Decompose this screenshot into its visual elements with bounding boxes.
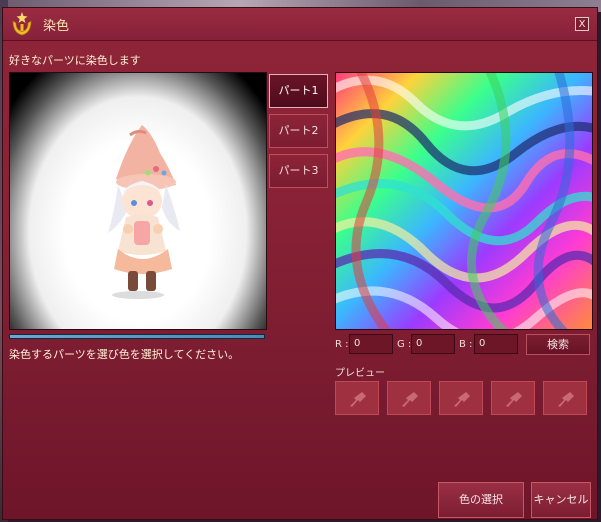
close-button[interactable]: X (575, 17, 589, 31)
instruction-text: 好きなパーツに染色します (9, 54, 141, 67)
color-palette-image (336, 73, 592, 329)
bolt-icon (506, 392, 522, 407)
search-button[interactable]: 検索 (526, 334, 590, 355)
bolt-icon (454, 392, 470, 407)
g-label: G : (397, 339, 412, 350)
cancel-button[interactable]: キャンセル (531, 482, 591, 518)
character-image (108, 125, 180, 299)
hint-text: 染色するパーツを選び色を選択してください。 (9, 348, 240, 361)
dye-app-icon (12, 12, 32, 36)
r-label: R : (335, 339, 349, 350)
preview-slot-4[interactable] (491, 381, 535, 415)
preview-slots-label: プレビュー (335, 368, 385, 379)
bolt-icon (402, 392, 418, 407)
window-title: 染色 (43, 19, 70, 34)
b-label: B : (459, 339, 473, 350)
preview-slot-1[interactable] (335, 381, 379, 415)
dye-window: 染色 X 好きなパーツに染色します 染色するパーツを選び色を選択してください。 … (2, 7, 598, 520)
preview-slot-2[interactable] (387, 381, 431, 415)
bolt-icon (558, 392, 574, 407)
preview-progress-fill (10, 335, 264, 338)
b-input[interactable]: 0 (474, 334, 518, 354)
preview-slot-5[interactable] (543, 381, 587, 415)
part-3-button[interactable]: パート3 (269, 154, 328, 188)
color-palette[interactable] (335, 72, 593, 330)
select-color-button[interactable]: 色の選択 (438, 482, 524, 518)
part-2-button[interactable]: パート2 (269, 114, 328, 148)
preview-progress-bar (9, 334, 265, 339)
part-1-button[interactable]: パート1 (269, 74, 328, 108)
g-input[interactable]: 0 (411, 334, 455, 354)
character-preview[interactable] (9, 72, 267, 330)
r-input[interactable]: 0 (349, 334, 393, 354)
title-bar[interactable]: 染色 X (3, 8, 597, 41)
bolt-icon (350, 392, 366, 407)
preview-slot-3[interactable] (439, 381, 483, 415)
